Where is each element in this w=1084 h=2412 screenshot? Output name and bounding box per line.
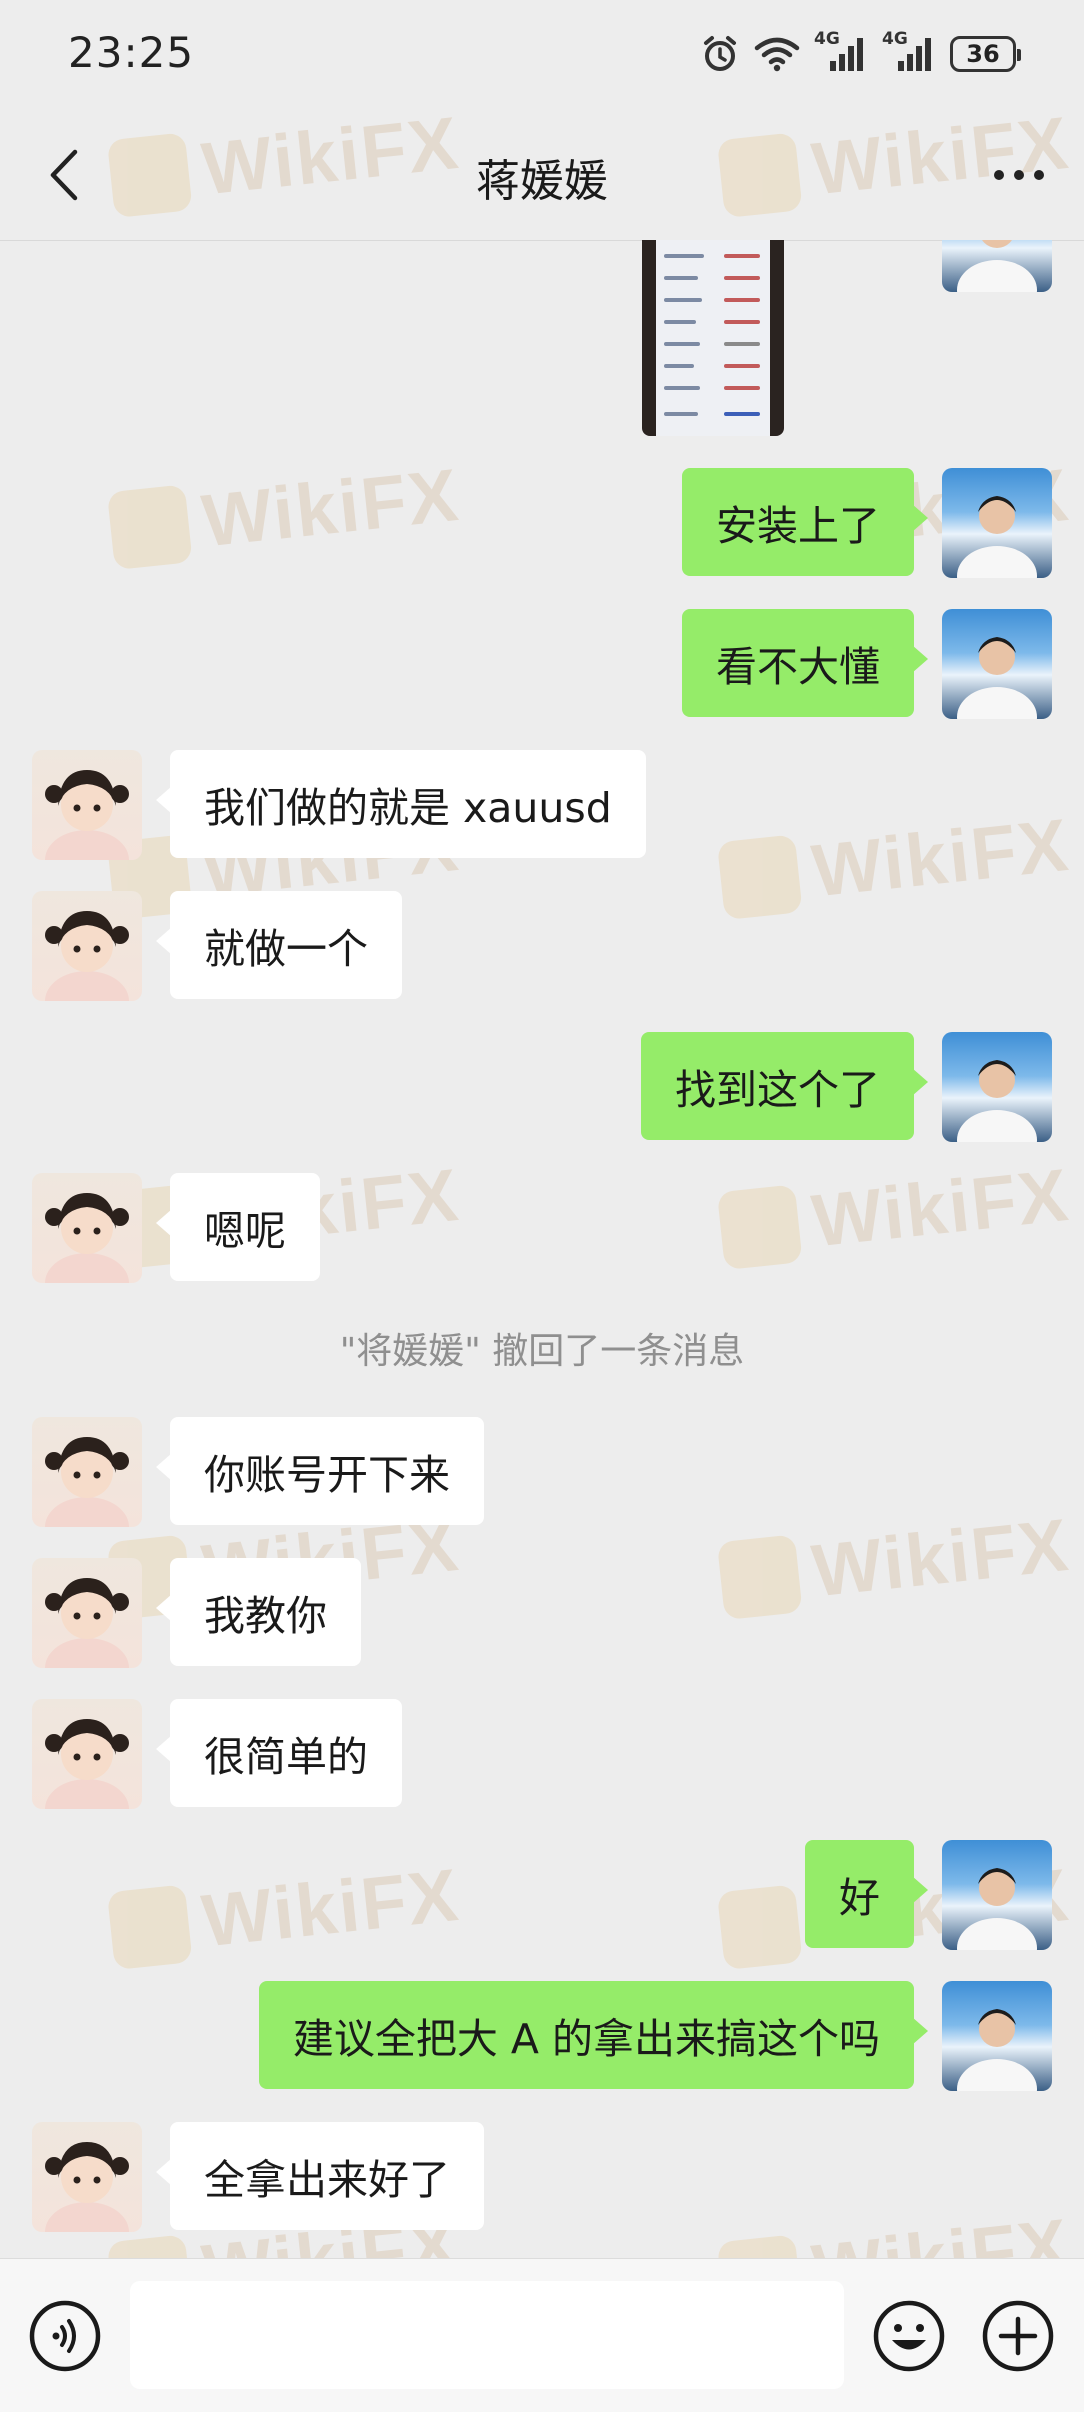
boy-avatar-icon xyxy=(957,2009,1037,2091)
message-bubble-received[interactable]: 就做一个 xyxy=(156,891,402,999)
message-bubble-received[interactable]: 你账号开下来 xyxy=(156,1417,484,1525)
voice-icon xyxy=(29,2300,101,2372)
image-message[interactable] xyxy=(642,240,784,436)
chat-title: 蒋媛媛 xyxy=(476,156,608,207)
message-row: 建议全把大 A 的拿出来搞这个吗 xyxy=(0,1981,1084,2091)
message-row: 很简单的 xyxy=(0,1699,1084,1809)
message-bubble-received[interactable]: 全拿出来好了 xyxy=(156,2122,484,2230)
message-bubble-sent[interactable]: 看不大懂 xyxy=(682,609,928,717)
signal-icon: 4G xyxy=(814,29,868,73)
chat-header: 蒋媛媛 xyxy=(0,115,1084,241)
avatar[interactable] xyxy=(942,1981,1052,2091)
girl-avatar-icon xyxy=(45,2142,129,2232)
message-row: 我们做的就是 xauusd xyxy=(0,750,1084,860)
emoji-button[interactable] xyxy=(872,2299,946,2373)
recall-notice: "将媛媛" 撤回了一条消息 xyxy=(339,1331,745,1372)
more-options-button[interactable] xyxy=(984,140,1054,210)
girl-avatar-icon xyxy=(45,1193,129,1283)
status-time: 23:25 xyxy=(68,28,195,77)
message-row: 看不大懂 xyxy=(0,609,1084,719)
voice-button[interactable] xyxy=(28,2299,102,2373)
message-bubble-received[interactable]: 嗯呢 xyxy=(156,1173,320,1281)
alarm-icon xyxy=(700,34,740,74)
plus-icon xyxy=(982,2300,1054,2372)
avatar[interactable] xyxy=(32,2122,142,2232)
status-icons: 4G 4G 36 xyxy=(700,29,1021,76)
message-bubble-sent[interactable]: 找到这个了 xyxy=(641,1032,928,1140)
message-bubble-received[interactable]: 我们做的就是 xauusd xyxy=(156,750,646,858)
more-dots-icon xyxy=(994,170,1044,180)
boy-avatar-icon xyxy=(957,1060,1037,1142)
message-bubble-received[interactable]: 很简单的 xyxy=(156,1699,402,1807)
girl-avatar-icon xyxy=(45,1437,129,1527)
wifi-icon xyxy=(754,35,800,73)
girl-avatar-icon xyxy=(45,1578,129,1668)
chat-screen: 23:25 4G 4G 36 蒋媛媛 WikiFX WikiFX WikiFX … xyxy=(0,0,1084,2412)
avatar[interactable] xyxy=(32,891,142,1001)
screenshot-thumbnail xyxy=(656,240,770,436)
avatar[interactable] xyxy=(32,1558,142,1668)
message-row: 好 xyxy=(0,1840,1084,1950)
message-row: 全拿出来好了 xyxy=(0,2122,1084,2232)
network-type-label: 4G xyxy=(882,29,908,49)
more-functions-button[interactable] xyxy=(981,2299,1055,2373)
input-bar xyxy=(0,2258,1084,2412)
girl-avatar-icon xyxy=(45,911,129,1001)
emoji-icon xyxy=(873,2300,945,2372)
avatar[interactable] xyxy=(32,1417,142,1527)
boy-avatar-icon xyxy=(957,1868,1037,1950)
message-bubble-sent[interactable]: 建议全把大 A 的拿出来搞这个吗 xyxy=(258,1981,929,2089)
avatar[interactable] xyxy=(942,1840,1052,1950)
message-row: 就做一个 xyxy=(0,891,1084,1001)
avatar[interactable] xyxy=(942,1032,1052,1142)
network-type-label: 4G xyxy=(814,29,840,49)
message-bubble-sent[interactable]: 好 xyxy=(805,1840,928,1948)
message-input[interactable] xyxy=(130,2281,844,2389)
battery-icon: 36 xyxy=(950,36,1021,72)
signal-icon: 4G xyxy=(882,29,936,73)
message-row: 你账号开下来 xyxy=(0,1417,1084,1527)
avatar[interactable] xyxy=(32,1173,142,1283)
avatar[interactable] xyxy=(32,1699,142,1809)
boy-avatar-icon xyxy=(957,496,1037,578)
message-bubble-received[interactable]: 我教你 xyxy=(156,1558,361,1666)
message-row: 安装上了 xyxy=(0,468,1084,578)
message-bubble-sent[interactable]: 安装上了 xyxy=(682,468,928,576)
girl-avatar-icon xyxy=(45,770,129,860)
avatar[interactable] xyxy=(942,609,1052,719)
avatar[interactable] xyxy=(32,750,142,860)
avatar[interactable] xyxy=(942,468,1052,578)
message-row: 找到这个了 xyxy=(0,1032,1084,1142)
girl-avatar-icon xyxy=(45,1719,129,1809)
message-row: 嗯呢 xyxy=(0,1173,1084,1283)
boy-avatar-icon xyxy=(957,637,1037,719)
status-bar: 23:25 4G 4G 36 xyxy=(0,0,1084,115)
message-row: 我教你 xyxy=(0,1558,1084,1668)
